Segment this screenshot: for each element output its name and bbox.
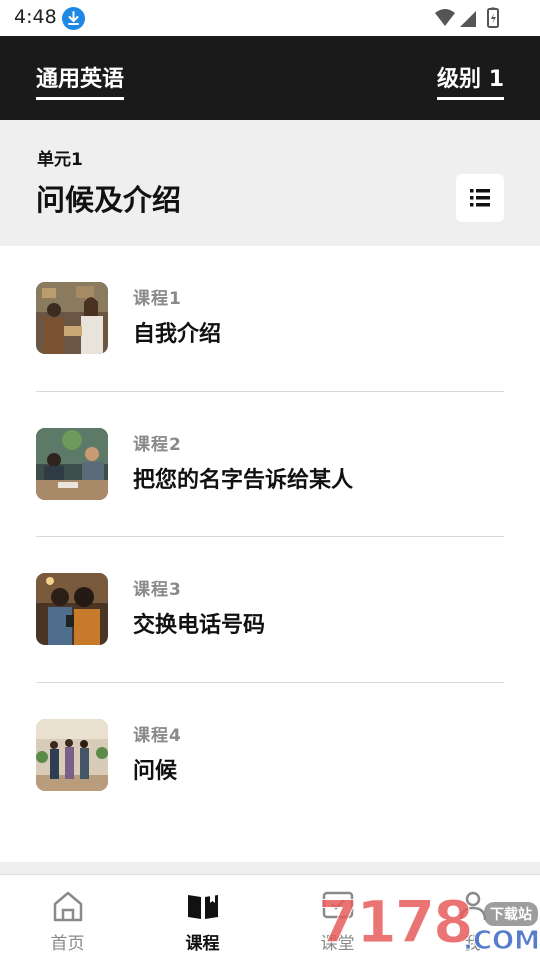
nav-item-home[interactable]: 首页 <box>0 875 135 960</box>
unit-title: 问候及介绍 <box>36 183 182 217</box>
lesson-thumbnail <box>36 427 108 500</box>
lesson-thumbnail <box>36 573 108 645</box>
course-title-link[interactable]: 通用英语 <box>36 61 125 100</box>
unit-label: 单元1 <box>37 150 83 170</box>
status-time: 4:48 <box>14 6 57 28</box>
nav-item-courses[interactable]: 课程 <box>135 875 270 960</box>
nav-label: 首页 <box>50 934 85 954</box>
book-icon <box>186 889 220 923</box>
section-divider <box>0 862 540 874</box>
status-bar: 4:48 <box>0 0 540 36</box>
list-icon <box>470 189 490 207</box>
nav-item-me[interactable]: 我 <box>405 875 540 960</box>
lesson-number: 课程3 <box>133 580 182 600</box>
unit-header: 单元1 问候及介绍 <box>0 120 540 246</box>
person-icon <box>456 889 490 923</box>
home-icon <box>51 889 85 923</box>
lesson-title: 交换电话号码 <box>133 613 266 638</box>
lesson-number: 课程1 <box>133 289 182 309</box>
lesson-title: 把您的名字告诉给某人 <box>133 467 354 493</box>
lesson-list: 课程1 自我介绍 课程2 把您的名字告诉给某人 课程3 交换电话号码 课程4 问… <box>36 246 504 828</box>
classroom-icon <box>321 889 355 923</box>
status-icons <box>434 7 504 29</box>
nav-item-classroom[interactable]: 课堂 <box>270 875 405 960</box>
battery-icon <box>487 7 499 28</box>
lesson-item-1[interactable]: 课程1 自我介绍 <box>36 246 504 392</box>
download-notification-icon <box>62 7 85 30</box>
lesson-number: 课程2 <box>133 434 182 455</box>
lesson-number: 课程4 <box>133 725 182 746</box>
lesson-item-2[interactable]: 课程2 把您的名字告诉给某人 <box>36 392 504 537</box>
nav-label: 我 <box>464 934 481 954</box>
lesson-thumbnail <box>36 718 108 791</box>
lesson-item-4[interactable]: 课程4 问候 <box>36 683 504 829</box>
lesson-thumbnail <box>36 282 108 354</box>
nav-label: 课程 <box>185 934 220 954</box>
lesson-title: 自我介绍 <box>133 322 222 347</box>
nav-label: 课堂 <box>320 934 355 954</box>
app-header: 通用英语 级别 1 <box>0 36 540 120</box>
lesson-item-3[interactable]: 课程3 交换电话号码 <box>36 537 504 683</box>
bottom-navigation: 首页 课程 课堂 我 <box>0 874 540 960</box>
unit-list-button[interactable] <box>456 174 504 222</box>
lesson-title: 问候 <box>133 758 178 784</box>
wifi-icon <box>435 9 455 26</box>
level-selector[interactable]: 级别 1 <box>437 61 504 100</box>
cell-signal-icon <box>460 11 476 27</box>
